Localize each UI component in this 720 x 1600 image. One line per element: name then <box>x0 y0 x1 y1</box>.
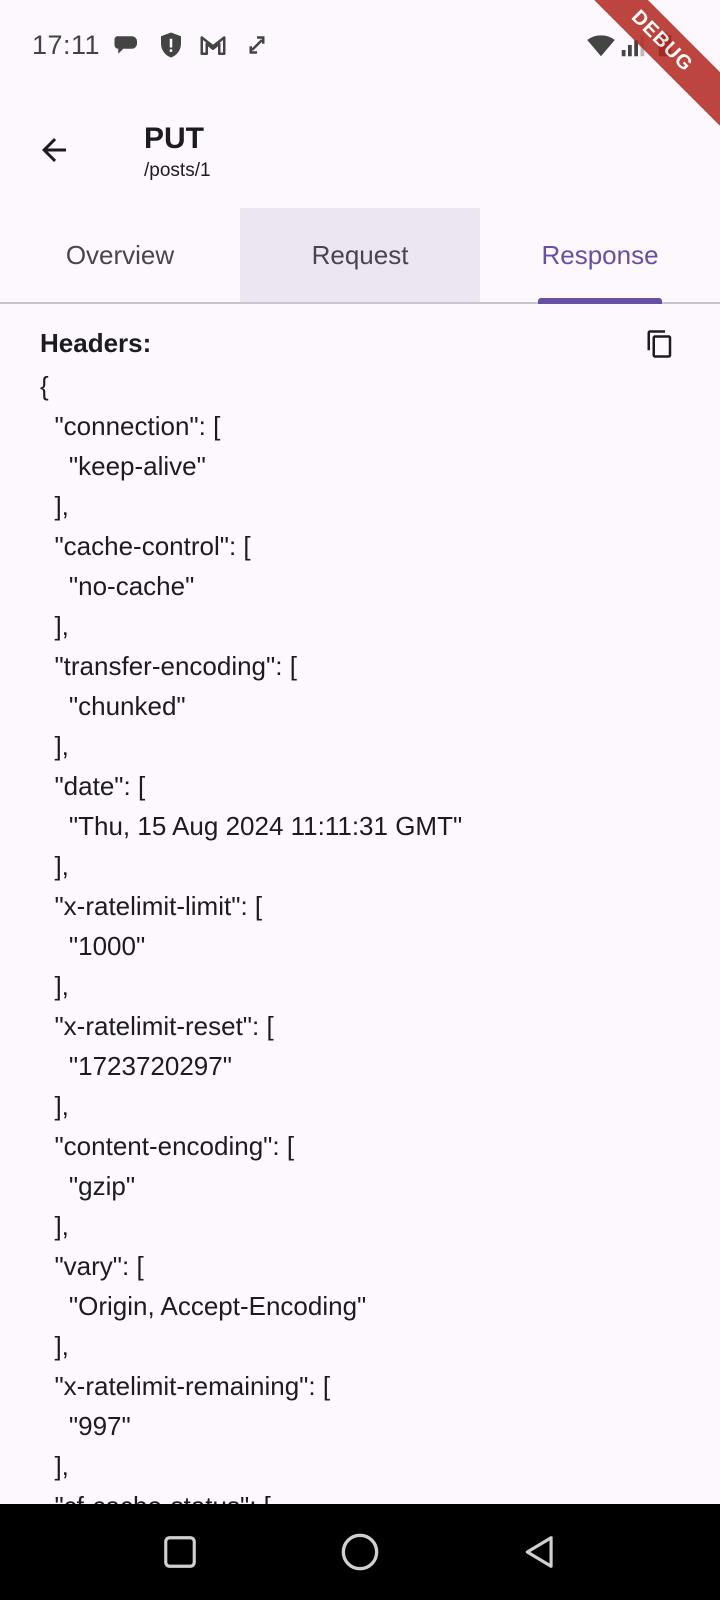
shield-alert-icon <box>156 30 186 60</box>
back-nav-button[interactable] <box>520 1532 560 1572</box>
tab-response[interactable]: Response <box>480 208 720 304</box>
home-button[interactable] <box>340 1532 380 1572</box>
tab-overview-label: Overview <box>65 239 175 270</box>
copy-button[interactable] <box>640 324 680 364</box>
page-title: PUT <box>144 122 204 155</box>
tab-request-label: Request <box>311 239 409 270</box>
app-bar: PUT /posts/1 <box>0 96 720 204</box>
triangle-back-icon <box>525 1536 553 1568</box>
tab-request[interactable]: Request <box>240 208 480 302</box>
chat-bubble-icon <box>112 30 142 60</box>
headers-json: { "connection": [ "keep-alive" ], "cache… <box>40 371 463 1504</box>
page-subtitle: /posts/1 <box>144 160 211 181</box>
response-content[interactable]: Headers: { "connection": [ "keep-alive" … <box>0 304 720 1504</box>
gmail-icon <box>198 30 228 60</box>
back-button[interactable] <box>26 122 82 178</box>
square-icon <box>164 1536 196 1568</box>
headers-label: Headers: <box>40 328 152 358</box>
status-bar: 17:11 DEBUG <box>0 0 720 133</box>
copy-icon <box>647 330 672 358</box>
sync-icon <box>242 30 272 60</box>
wifi-icon <box>586 30 616 60</box>
arrow-back-icon <box>42 138 66 162</box>
system-nav-bar <box>0 1504 720 1600</box>
tab-overview[interactable]: Overview <box>0 208 240 302</box>
recents-button[interactable] <box>160 1532 200 1572</box>
tab-response-label: Response <box>541 239 659 270</box>
circle-icon <box>341 1533 379 1571</box>
tab-bar: Overview Request Response <box>0 208 720 304</box>
status-time: 17:11 <box>32 30 101 60</box>
